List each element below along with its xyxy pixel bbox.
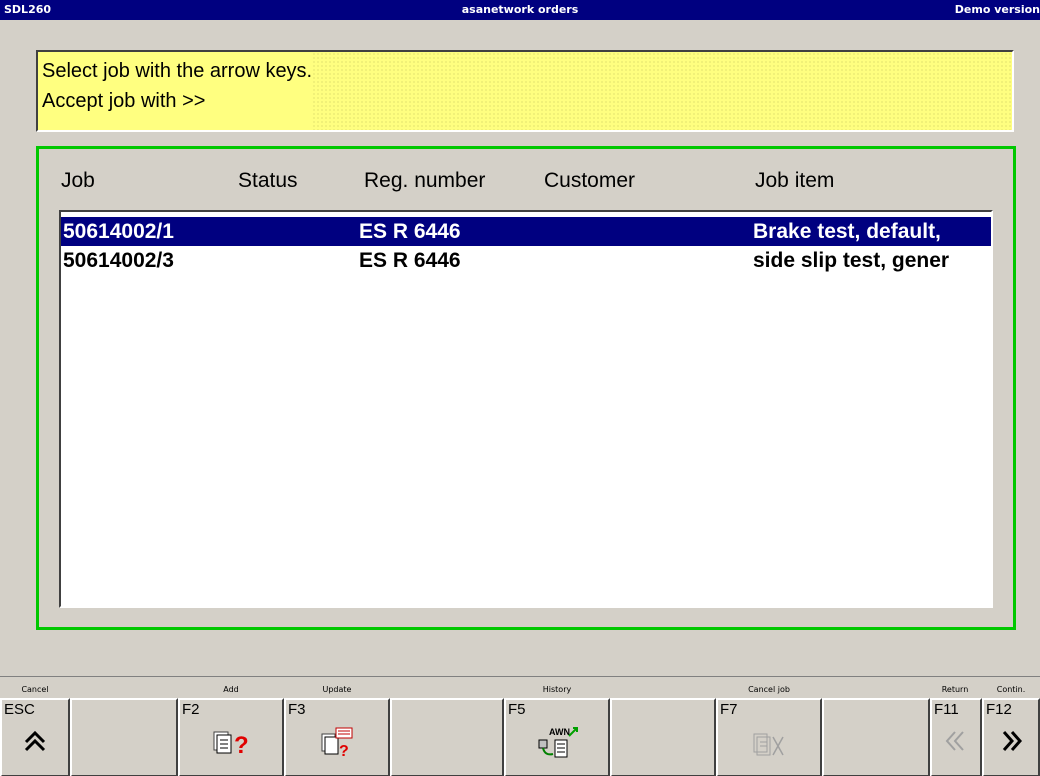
esc-caption: Cancel bbox=[21, 685, 49, 694]
empty-function-key bbox=[822, 698, 930, 776]
cancel-job-button[interactable]: F7 bbox=[716, 698, 822, 776]
empty-function-key bbox=[70, 698, 178, 776]
dot-pattern-background bbox=[312, 52, 1012, 130]
job-list-frame: Job Status Reg. number Customer Job item… bbox=[36, 146, 1016, 630]
instruction-line-1: Select job with the arrow keys. bbox=[42, 60, 313, 82]
reg-number: ES R 6446 bbox=[359, 220, 461, 243]
f7-caption: Cancel job bbox=[748, 685, 790, 694]
job-row-selected[interactable]: 50614002/1 ES R 6446 Brake test, default… bbox=[61, 217, 991, 246]
svg-text:AWN: AWN bbox=[549, 727, 570, 737]
empty-function-key bbox=[610, 698, 716, 776]
f12-caption: Contin. bbox=[996, 685, 1026, 694]
column-header-customer: Customer bbox=[544, 169, 636, 192]
column-header-status: Status bbox=[238, 169, 298, 192]
job-item: side slip test, gener bbox=[753, 249, 950, 272]
column-header-job: Job bbox=[61, 169, 95, 192]
f5-caption: History bbox=[542, 685, 572, 694]
column-header-reg-number: Reg. number bbox=[364, 169, 486, 192]
awn-history-icon: AWN bbox=[506, 726, 608, 766]
instruction-line-2: Accept job with >> bbox=[42, 90, 206, 112]
continue-button[interactable]: F12 bbox=[982, 698, 1040, 776]
f3-caption: Update bbox=[322, 685, 352, 694]
f2-caption: Add bbox=[223, 685, 239, 694]
history-button[interactable]: F5 AWN bbox=[504, 698, 610, 776]
svg-text:?: ? bbox=[339, 743, 349, 760]
version-label: Demo version bbox=[954, 3, 1040, 16]
double-chevron-left-icon bbox=[932, 726, 980, 766]
esc-key-label: ESC bbox=[4, 701, 35, 718]
job-number: 50614002/1 bbox=[63, 220, 174, 243]
f3-key-label: F3 bbox=[288, 701, 306, 718]
job-list[interactable]: 50614002/1 ES R 6446 Brake test, default… bbox=[59, 210, 993, 608]
f2-key-label: F2 bbox=[182, 701, 200, 718]
empty-function-key bbox=[390, 698, 504, 776]
title-bar: SDL260 asanetwork orders Demo version bbox=[0, 0, 1040, 20]
return-button[interactable]: F11 bbox=[930, 698, 982, 776]
double-chevron-right-icon bbox=[984, 726, 1038, 766]
document-question-icon: ? bbox=[180, 726, 282, 766]
column-header-job-item: Job item bbox=[755, 169, 835, 192]
job-number: 50614002/3 bbox=[63, 249, 174, 272]
instruction-panel: Select job with the arrow keys. Accept j… bbox=[36, 50, 1014, 132]
function-key-bar: Cancel Add Update History Cancel job Ret… bbox=[0, 676, 1040, 776]
f11-caption: Return bbox=[941, 685, 969, 694]
job-item: Brake test, default, bbox=[753, 220, 941, 243]
f11-key-label: F11 bbox=[934, 701, 959, 718]
add-button[interactable]: F2 ? bbox=[178, 698, 284, 776]
window-title: asanetwork orders bbox=[461, 3, 579, 16]
test-document-question-icon: ? bbox=[286, 726, 388, 766]
f12-key-label: F12 bbox=[986, 701, 1012, 718]
reg-number: ES R 6446 bbox=[359, 249, 461, 272]
double-chevron-up-icon bbox=[2, 726, 68, 766]
document-cancel-icon bbox=[718, 726, 820, 766]
svg-text:?: ? bbox=[234, 732, 249, 759]
f7-key-label: F7 bbox=[720, 701, 738, 718]
update-button[interactable]: F3 ? bbox=[284, 698, 390, 776]
f5-key-label: F5 bbox=[508, 701, 526, 718]
esc-button[interactable]: ESC bbox=[0, 698, 70, 776]
job-row[interactable]: 50614002/3 ES R 6446 side slip test, gen… bbox=[61, 246, 991, 275]
